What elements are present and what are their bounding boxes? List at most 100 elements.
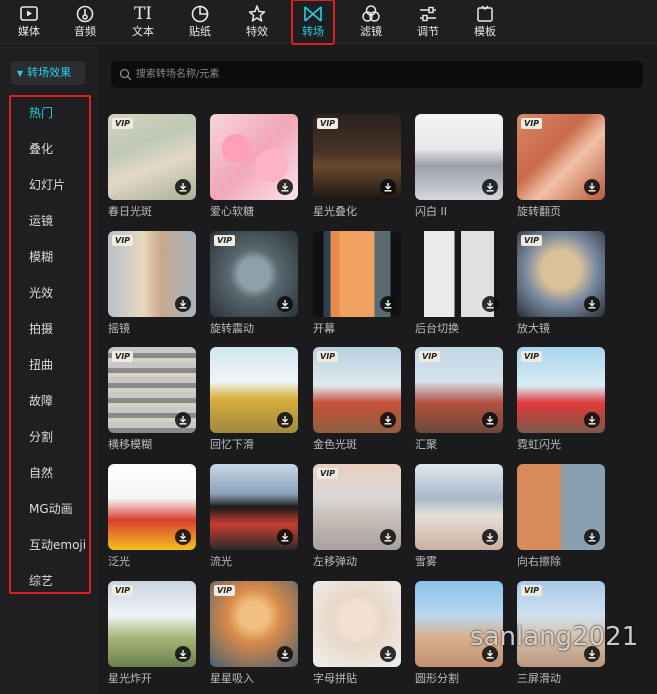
tab-media[interactable]: 媒体 (8, 0, 50, 44)
transition-thumbnail[interactable]: VIP (210, 581, 298, 667)
download-icon[interactable] (380, 296, 396, 312)
transition-thumbnail[interactable]: VIP (415, 347, 503, 433)
download-icon[interactable] (482, 296, 498, 312)
category-item-shoot[interactable]: 拍摄 (29, 320, 53, 337)
download-icon[interactable] (175, 529, 191, 545)
tab-transition[interactable]: 转场 (291, 0, 335, 45)
download-icon[interactable] (277, 296, 293, 312)
transition-thumbnail[interactable]: VIP (210, 231, 298, 317)
transition-thumbnail[interactable]: VIP (313, 347, 401, 433)
search-icon (119, 68, 132, 81)
download-icon[interactable] (584, 296, 600, 312)
transition-thumbnail[interactable] (108, 464, 196, 550)
transition-card[interactable]: VIP 放大镜 (517, 231, 605, 336)
download-icon[interactable] (277, 179, 293, 195)
category-item-mg-animation[interactable]: MG动画 (29, 500, 73, 517)
transition-thumbnail[interactable] (210, 114, 298, 200)
tab-adjust[interactable]: 调节 (407, 0, 449, 44)
category-item-distort[interactable]: 扭曲 (29, 356, 53, 373)
transition-card[interactable]: VIP 霓虹闪光 (517, 347, 605, 452)
transition-thumbnail[interactable] (210, 464, 298, 550)
transition-name: 圆形分割 (415, 672, 459, 685)
download-icon[interactable] (380, 646, 396, 662)
transition-card[interactable]: VIP 左移弹动 (313, 464, 401, 569)
category-item-glitch[interactable]: 故障 (29, 392, 53, 409)
transition-card[interactable]: 流光 (210, 464, 298, 569)
tab-text[interactable]: TI 文本 (122, 0, 164, 44)
tab-filter[interactable]: 滤镜 (350, 0, 392, 44)
download-icon[interactable] (175, 296, 191, 312)
search-input[interactable] (136, 61, 626, 88)
transition-card[interactable]: 开幕 (313, 231, 401, 336)
transition-thumbnail[interactable] (517, 464, 605, 550)
transition-card[interactable]: VIP 横移模糊 (108, 347, 196, 452)
download-icon[interactable] (380, 529, 396, 545)
transition-thumbnail[interactable]: VIP (517, 347, 605, 433)
transition-thumbnail[interactable]: VIP (108, 347, 196, 433)
tab-effects[interactable]: 特效 (236, 0, 278, 44)
transition-card[interactable]: 字母拼贴 (313, 581, 401, 686)
category-item-dissolve[interactable]: 叠化 (29, 140, 53, 157)
transition-card[interactable]: VIP 摇镜 (108, 231, 196, 336)
category-item-variety[interactable]: 综艺 (29, 572, 53, 589)
category-item-blur[interactable]: 模糊 (29, 248, 53, 265)
download-icon[interactable] (482, 412, 498, 428)
transition-effects-header[interactable]: ▼ 转场效果 (11, 61, 85, 85)
download-icon[interactable] (380, 179, 396, 195)
transition-thumbnail[interactable] (415, 464, 503, 550)
transition-card[interactable]: VIP 星星吸入 (210, 581, 298, 686)
transition-thumbnail[interactable]: VIP (108, 114, 196, 200)
download-icon[interactable] (175, 412, 191, 428)
transition-card[interactable]: 闪白 II (415, 114, 503, 219)
tab-template[interactable]: 模板 (464, 0, 506, 44)
transition-name: 三屏滑动 (517, 672, 561, 685)
transition-thumbnail[interactable]: VIP (108, 581, 196, 667)
download-icon[interactable] (482, 179, 498, 195)
transition-card[interactable]: VIP 旋转震动 (210, 231, 298, 336)
transition-card[interactable]: 爱心软糖 (210, 114, 298, 219)
download-icon[interactable] (277, 646, 293, 662)
transition-card[interactable]: 泛光 (108, 464, 196, 569)
transition-thumbnail[interactable]: VIP (517, 231, 605, 317)
transition-thumbnail[interactable]: VIP (108, 231, 196, 317)
download-icon[interactable] (277, 412, 293, 428)
category-item-light[interactable]: 光效 (29, 284, 53, 301)
transition-card[interactable]: 回忆下滑 (210, 347, 298, 452)
transition-thumbnail[interactable]: VIP (517, 114, 605, 200)
transition-thumbnail[interactable] (313, 231, 401, 317)
category-item-hot[interactable]: 热门 (29, 104, 53, 121)
download-icon[interactable] (584, 529, 600, 545)
category-item-camera-move[interactable]: 运镜 (29, 212, 53, 229)
download-icon[interactable] (380, 412, 396, 428)
download-icon[interactable] (277, 529, 293, 545)
transition-card[interactable]: VIP 汇聚 (415, 347, 503, 452)
category-item-nature[interactable]: 自然 (29, 464, 53, 481)
tab-audio[interactable]: 音频 (64, 0, 106, 44)
transition-card[interactable]: VIP 星光炸开 (108, 581, 196, 686)
download-icon[interactable] (175, 179, 191, 195)
transition-card[interactable]: 后台切换 (415, 231, 503, 336)
effects-icon (248, 5, 266, 22)
transition-thumbnail[interactable] (313, 581, 401, 667)
transition-thumbnail[interactable]: VIP (313, 464, 401, 550)
transition-thumbnail[interactable]: VIP (313, 114, 401, 200)
transition-card[interactable]: VIP 旋转翻页 (517, 114, 605, 219)
transition-card[interactable]: VIP 星光叠化 (313, 114, 401, 219)
transition-card[interactable]: VIP 金色光斑 (313, 347, 401, 452)
transition-thumbnail[interactable] (415, 114, 503, 200)
transition-thumbnail[interactable] (415, 231, 503, 317)
transition-card[interactable]: VIP 春日光斑 (108, 114, 196, 219)
download-icon[interactable] (584, 412, 600, 428)
category-item-emoji[interactable]: 互动emoji (29, 536, 86, 553)
category-item-slideshow[interactable]: 幻灯片 (29, 176, 65, 193)
transition-card[interactable]: 雪雾 (415, 464, 503, 569)
transition-card[interactable]: 向右擦除 (517, 464, 605, 569)
download-icon[interactable] (584, 179, 600, 195)
vip-badge: VIP (214, 235, 236, 246)
download-icon[interactable] (175, 646, 191, 662)
transition-name: 霓虹闪光 (517, 438, 561, 451)
tab-sticker[interactable]: 贴纸 (179, 0, 221, 44)
download-icon[interactable] (482, 529, 498, 545)
category-item-split[interactable]: 分割 (29, 428, 53, 445)
transition-thumbnail[interactable] (210, 347, 298, 433)
